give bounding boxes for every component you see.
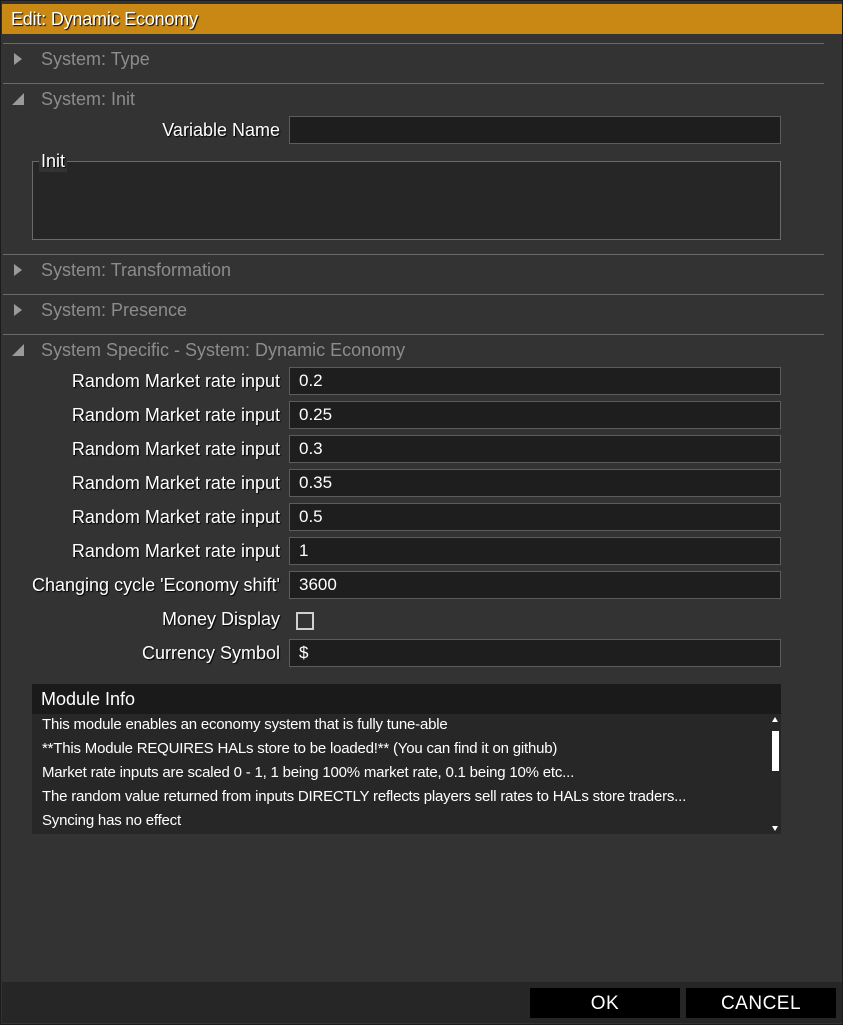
init-textarea[interactable]: [32, 161, 781, 240]
module-info-line: The random value returned from inputs DI…: [42, 788, 687, 805]
section-system-transformation[interactable]: System: Transformation: [3, 255, 824, 285]
market-rate-label: Random Market rate input: [71, 473, 280, 493]
market-rate-label: Random Market rate input: [71, 405, 280, 425]
module-info-line: Market rate inputs are scaled 0 - 1, 1 b…: [42, 764, 575, 781]
cancel-button[interactable]: CANCEL: [686, 988, 836, 1018]
init-label: Init: [39, 151, 68, 172]
market-rate-label: Random Market rate input: [71, 371, 280, 391]
section-system-specific[interactable]: System Specific - System: Dynamic Econom…: [3, 335, 824, 365]
expand-arrow-icon: [5, 44, 31, 74]
expand-arrow-icon: [5, 255, 31, 285]
currency-symbol-input[interactable]: [289, 639, 781, 667]
section-system-init[interactable]: System: Init: [3, 84, 824, 114]
economy-cycle-input[interactable]: [289, 571, 781, 599]
section-label: System: Type: [41, 48, 150, 69]
currency-symbol-label: Currency Symbol: [141, 643, 280, 663]
dialog-title: Edit: Dynamic Economy: [2, 4, 842, 34]
section-system-presence[interactable]: System: Presence: [3, 295, 824, 325]
market-rate-input-5[interactable]: [289, 503, 781, 531]
section-label: System: Presence: [41, 299, 188, 320]
ok-button[interactable]: OK: [530, 988, 680, 1018]
market-rate-label: Random Market rate input: [71, 507, 280, 527]
module-info-scrollbar[interactable]: [771, 714, 780, 834]
scrollbar-thumb[interactable]: [772, 731, 779, 771]
section-label: System: Init: [41, 88, 136, 109]
section-label: System Specific - System: Dynamic Econom…: [41, 339, 406, 360]
section-label: System: Transformation: [41, 259, 232, 280]
market-rate-input-4[interactable]: [289, 469, 781, 497]
module-info-line: Syncing has no effect: [42, 812, 181, 829]
market-rate-input-3[interactable]: [289, 435, 781, 463]
market-rate-input-1[interactable]: [289, 367, 781, 395]
module-info-text: This module enables an economy system th…: [32, 714, 781, 834]
money-display-checkbox[interactable]: [296, 612, 314, 630]
collapse-arrow-icon: [5, 84, 31, 114]
market-rate-input-6[interactable]: [289, 537, 781, 565]
market-rate-input-2[interactable]: [289, 401, 781, 429]
economy-cycle-label: Changing cycle 'Economy shift': [32, 575, 280, 595]
variable-name-label: Variable Name: [162, 120, 280, 140]
module-info-line: This module enables an economy system th…: [42, 716, 448, 733]
section-system-type[interactable]: System: Type: [3, 44, 824, 74]
module-info-title: Module Info: [32, 684, 781, 714]
expand-arrow-icon: [5, 295, 31, 325]
variable-name-input[interactable]: [289, 116, 781, 144]
market-rate-label: Random Market rate input: [71, 439, 280, 459]
scroll-down-arrow-icon[interactable]: [772, 826, 778, 831]
scroll-up-arrow-icon[interactable]: [772, 717, 778, 722]
market-rate-label: Random Market rate input: [71, 541, 280, 561]
module-info-line: **This Module REQUIRES HALs store to be …: [42, 740, 558, 757]
collapse-arrow-icon: [5, 335, 31, 365]
money-display-label: Money Display: [161, 609, 280, 629]
edit-dialog: Edit: Dynamic Economy System: Type Syste…: [0, 0, 843, 1025]
